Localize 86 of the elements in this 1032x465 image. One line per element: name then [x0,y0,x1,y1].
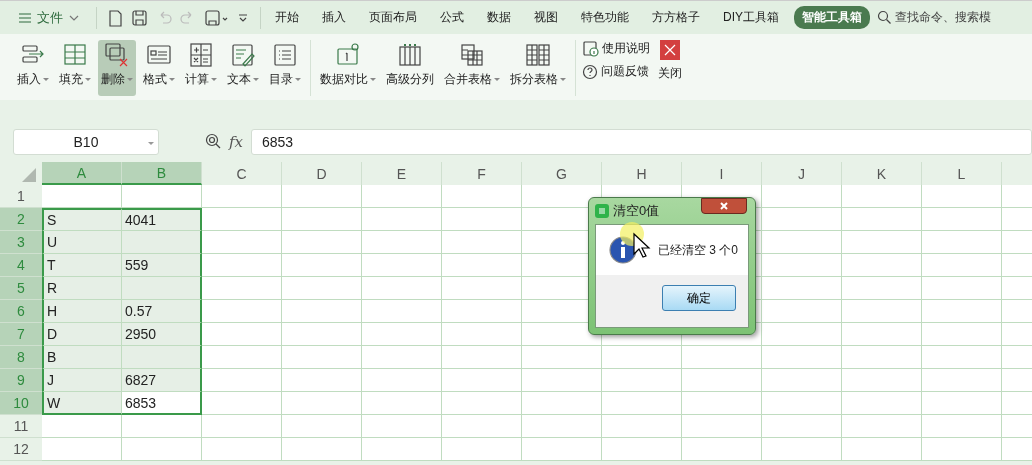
dialog-title: 清空0值 [613,202,660,220]
caret-icon [370,78,376,81]
ribbon-tab[interactable]: 页面布局 [361,6,425,29]
caret-icon [169,78,175,81]
ribbon-tab[interactable]: 公式 [432,6,472,29]
ribbon-button[interactable]: 数据对比 [317,40,379,96]
caret-icon [127,78,133,81]
table-cell: S [42,208,122,231]
dialog-message: 已经清空 3 个0 [658,241,738,259]
close-icon [719,201,729,211]
function-label[interactable]: fx [229,133,243,151]
document-pen-icon [230,42,256,68]
quick-access-button[interactable] [204,8,228,27]
ribbon-button[interactable]: 拆分表格 [507,40,569,96]
ribbon-button[interactable]: 目录 [266,40,304,96]
close-button[interactable]: 关闭 [658,40,682,82]
app-logo-icon [595,204,609,218]
ribbon-button[interactable]: 高级分列 [383,40,437,96]
menu-icon [18,10,32,25]
quick-access-button[interactable] [107,8,123,27]
ribbon-tab[interactable]: 数据 [479,6,519,29]
ribbon-button[interactable]: 插入 [14,40,52,96]
formula-field[interactable]: 6853 [251,129,1032,155]
ribbon-tab[interactable]: DIY工具箱 [715,6,787,29]
table-cell: U [42,231,122,254]
caret-icon [85,78,91,81]
name-box[interactable]: B10 [13,129,159,155]
ribbon-tab[interactable]: 特色功能 [573,6,637,29]
table-cell: 2950 [122,323,202,346]
stacked-windows-icon [104,42,130,68]
list-icon [272,42,298,68]
row-header[interactable]: 11 [0,415,42,438]
quick-access-button[interactable] [131,8,148,27]
ribbon-tab[interactable]: 视图 [526,6,566,29]
caret-icon [560,78,566,81]
table-cell: R [42,277,122,300]
table-cell: D [42,323,122,346]
search-field[interactable]: 查找命令、搜索模 [895,9,991,26]
ribbon-button[interactable]: 合并表格 [441,40,503,96]
compare-sheet-icon [335,42,361,68]
table-cell: J [42,369,122,392]
select-all-icon [22,168,36,182]
table-cell: W [42,392,122,415]
print-preview-icon [204,8,228,27]
table-cell: 0.57 [122,300,202,323]
ribbon-button[interactable]: 文本 [224,40,262,96]
table-icon [62,42,88,68]
table-cell: B [42,346,122,369]
caret-icon [253,78,259,81]
table-cell: 4041 [122,208,202,231]
new-document-icon [107,8,123,27]
ribbon-tab[interactable]: 开始 [267,6,307,29]
help-link[interactable]: 使用说明 [582,40,650,57]
ok-button[interactable]: 确定 [662,285,736,311]
ribbon-button[interactable]: 删除 [98,40,136,96]
column-split-icon [397,42,423,68]
save-icon [131,8,148,27]
file-menu[interactable]: 文件 [12,7,90,28]
zoom-icon [205,132,221,149]
caret-icon [211,78,217,81]
calculator-icon [188,42,214,68]
ribbon-button[interactable]: 格式 [140,40,178,96]
ribbon-tab[interactable]: 方方格子 [644,6,708,29]
close-icon [663,43,677,57]
ribbon-button[interactable]: 计算 [182,40,220,96]
document-info-icon [582,40,599,57]
caret-icon [148,141,154,145]
table-cell: 6853 [122,392,202,415]
caret-icon [295,78,301,81]
table-cell: 559 [122,254,202,277]
caret-icon [43,78,49,81]
table-cell: 6827 [122,369,202,392]
ribbon-tab[interactable]: 智能工具箱 [794,6,870,29]
row-header[interactable]: 1 [0,185,42,208]
help-link[interactable]: 问题反馈 [582,63,650,80]
close-button[interactable] [701,198,747,214]
table-cell: T [42,254,122,277]
ribbon-tab[interactable]: 插入 [314,6,354,29]
split-grid-icon [525,42,551,68]
caret-icon [494,78,500,81]
row-header[interactable]: 12 [0,438,42,461]
search-icon [877,10,892,25]
ribbon-button[interactable]: 填充 [56,40,94,96]
question-icon [582,63,598,80]
grid-icon [459,42,485,68]
table-cell: H [42,300,122,323]
